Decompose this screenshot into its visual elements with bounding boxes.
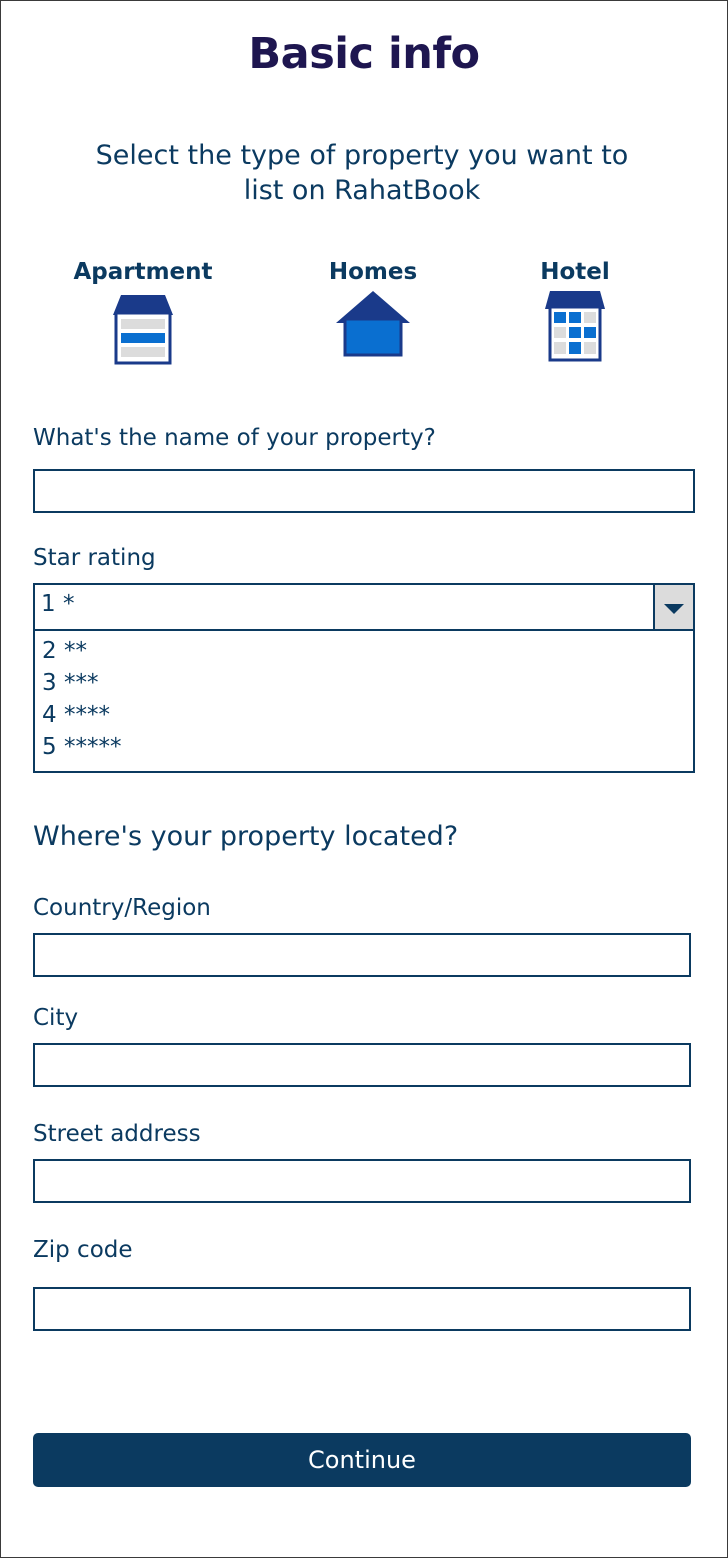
dropdown-toggle-button[interactable] xyxy=(653,585,693,631)
zip-code-label: Zip code xyxy=(33,1237,133,1263)
zip-code-input[interactable] xyxy=(33,1287,691,1331)
property-type-label: Hotel xyxy=(540,259,610,285)
street-address-label: Street address xyxy=(33,1121,201,1147)
property-name-input[interactable] xyxy=(33,469,695,513)
hotel-icon xyxy=(545,291,605,362)
star-rating-label: Star rating xyxy=(33,545,156,571)
city-input[interactable] xyxy=(33,1043,691,1087)
property-name-label: What's the name of your property? xyxy=(33,425,436,451)
chevron-down-icon xyxy=(664,604,684,614)
continue-button[interactable]: Continue xyxy=(33,1433,691,1487)
basic-info-page: Basic info Select the type of property y… xyxy=(0,0,728,1558)
home-icon xyxy=(336,291,410,357)
property-type-hotel[interactable]: Hotel xyxy=(525,259,625,363)
star-option[interactable]: 5 ***** xyxy=(35,731,693,763)
property-type-label: Apartment xyxy=(73,259,213,285)
star-option[interactable]: 2 ** xyxy=(35,635,693,667)
street-address-input[interactable] xyxy=(33,1159,691,1203)
city-label: City xyxy=(33,1005,79,1031)
star-rating-options: 2 ** 3 *** 4 **** 5 ***** xyxy=(33,629,695,773)
star-rating-select[interactable]: 1 * xyxy=(33,583,695,631)
property-type-label: Homes xyxy=(328,259,418,285)
star-rating-selected: 1 * xyxy=(41,591,75,617)
property-type-homes[interactable]: Homes xyxy=(313,259,433,359)
page-subtitle: Select the type of property you want to … xyxy=(95,140,629,206)
country-label: Country/Region xyxy=(33,895,211,921)
star-option[interactable]: 4 **** xyxy=(35,699,693,731)
property-type-apartment[interactable]: Apartment xyxy=(73,259,213,365)
country-input[interactable] xyxy=(33,933,691,977)
apartment-icon xyxy=(113,295,173,365)
location-heading: Where's your property located? xyxy=(33,821,459,852)
star-option[interactable]: 3 *** xyxy=(35,667,693,699)
page-title: Basic info xyxy=(248,29,480,79)
